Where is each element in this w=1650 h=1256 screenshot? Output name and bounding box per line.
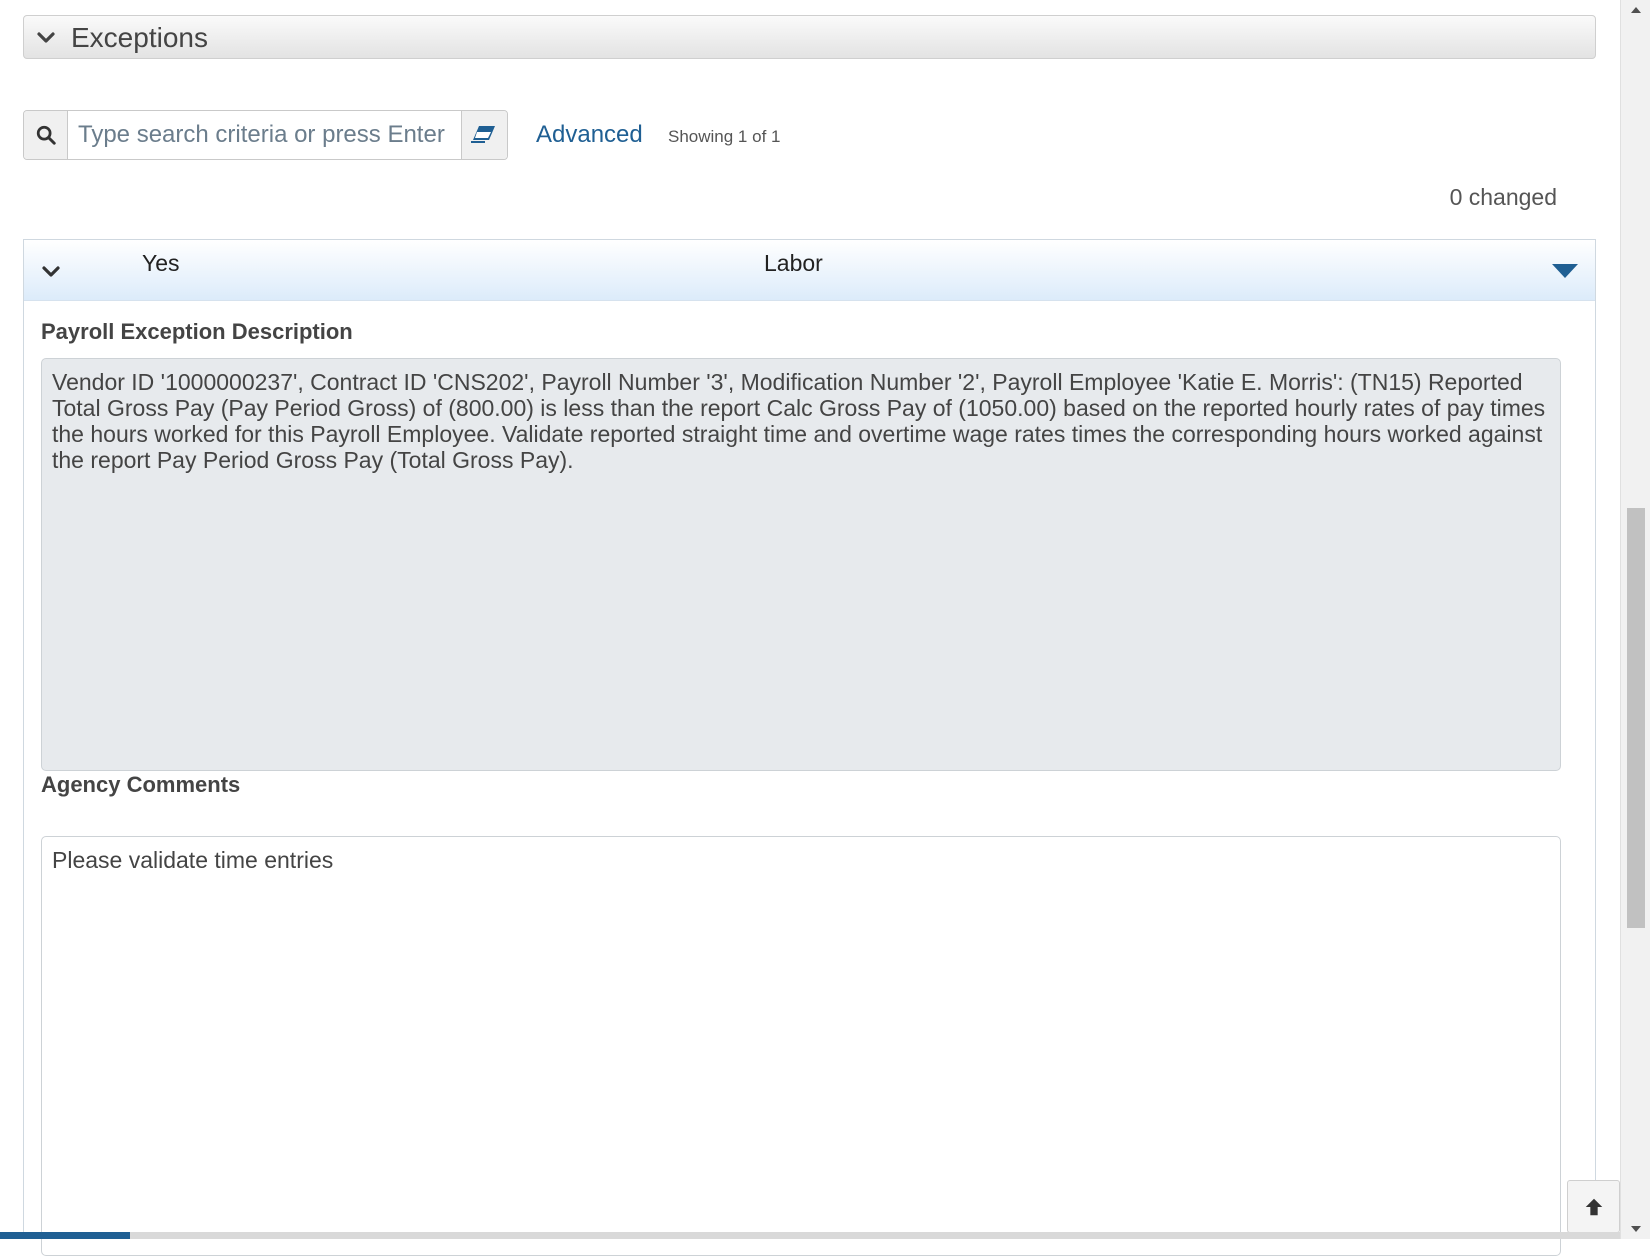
search-input[interactable]	[68, 111, 463, 159]
record-category-value: Labor	[764, 250, 823, 276]
record-flag-value: Yes	[142, 250, 180, 276]
chevron-down-icon[interactable]	[41, 262, 61, 282]
agency-comments-label: Agency Comments	[41, 772, 241, 797]
exception-record: Yes Labor Payroll Exception Description …	[23, 239, 1596, 1256]
scroll-down-arrow-icon[interactable]	[1621, 1219, 1650, 1239]
scroll-up-arrow-icon[interactable]	[1621, 0, 1650, 20]
active-tab-indicator	[0, 1232, 130, 1239]
vertical-scrollbar[interactable]	[1620, 0, 1650, 1239]
search-button[interactable]	[24, 111, 68, 159]
exceptions-panel-header[interactable]: Exceptions	[23, 15, 1596, 59]
panel-title: Exceptions	[71, 22, 208, 53]
back-to-top-button[interactable]	[1567, 1180, 1620, 1233]
result-count: Showing 1 of 1	[668, 127, 781, 146]
advanced-search-link[interactable]: Advanced	[536, 121, 643, 149]
payroll-exception-description: Vendor ID '1000000237', Contract ID 'CNS…	[41, 358, 1561, 771]
search-icon	[36, 125, 56, 145]
page-content: Exceptions Advanced Showing 1 of 1 0 cha…	[0, 0, 1620, 1256]
search-bar	[23, 110, 508, 160]
clear-search-button[interactable]	[461, 111, 507, 159]
bottom-tab-strip	[0, 1232, 1620, 1239]
caret-down-icon[interactable]	[1551, 262, 1579, 280]
record-header-row[interactable]: Yes Labor	[24, 240, 1595, 301]
chevron-down-icon[interactable]	[36, 28, 56, 48]
agency-comments-field[interactable]: Please validate time entries	[41, 836, 1561, 1256]
arrow-up-icon	[1585, 1198, 1603, 1216]
changed-count: 0 changed	[1449, 184, 1557, 210]
payroll-exception-description-label: Payroll Exception Description	[41, 319, 353, 344]
eraser-icon	[471, 126, 495, 143]
scrollbar-thumb[interactable]	[1627, 508, 1645, 928]
